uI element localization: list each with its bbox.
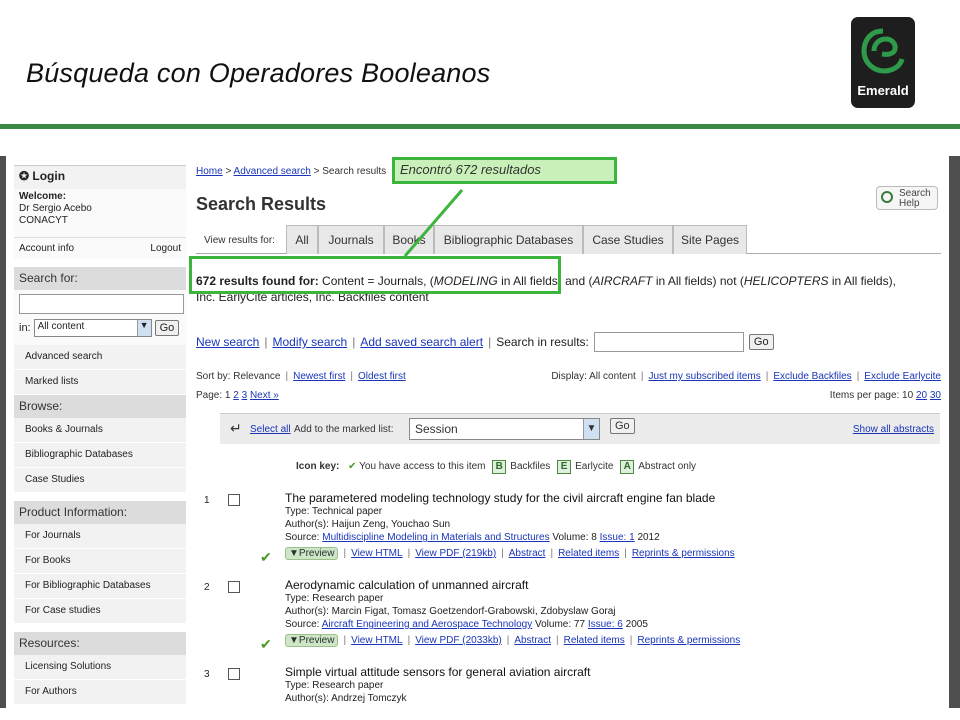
annotation-pointer [403,189,464,257]
annotation-callout: Encontró 672 resultados [392,157,617,184]
slide: Búsqueda con Operadores Booleanos Emeral… [0,0,960,720]
result-count-highlight [189,256,561,294]
